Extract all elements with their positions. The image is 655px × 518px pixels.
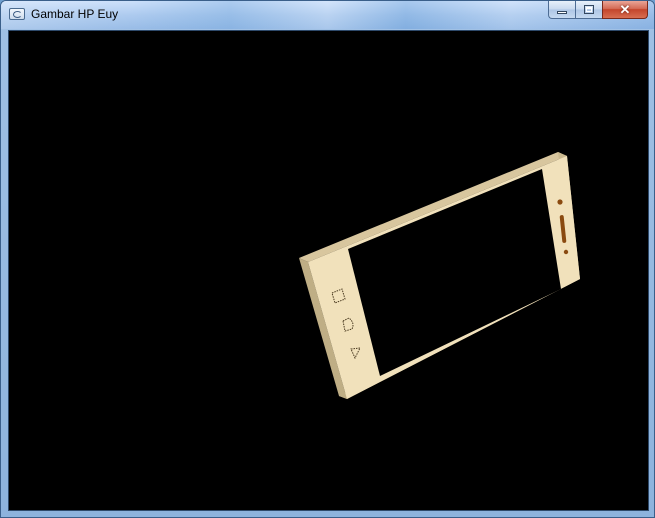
minimize-icon <box>557 11 567 14</box>
close-icon: ✕ <box>619 1 631 17</box>
title-bar[interactable]: Gambar HP Euy ✕ <box>1 1 654 29</box>
opengl-canvas[interactable] <box>8 30 649 511</box>
window-controls: ✕ <box>548 1 648 20</box>
app-window-icon[interactable] <box>9 8 25 20</box>
scene-svg <box>299 152 580 399</box>
sensor-dot-icon <box>563 249 569 255</box>
app-window: Gambar HP Euy ✕ <box>0 0 655 518</box>
close-button[interactable]: ✕ <box>602 1 648 19</box>
window-title: Gambar HP Euy <box>31 7 119 21</box>
minimize-button[interactable] <box>548 1 575 19</box>
front-camera-icon <box>557 199 563 205</box>
maximize-button[interactable] <box>575 1 602 19</box>
maximize-icon <box>584 5 594 14</box>
